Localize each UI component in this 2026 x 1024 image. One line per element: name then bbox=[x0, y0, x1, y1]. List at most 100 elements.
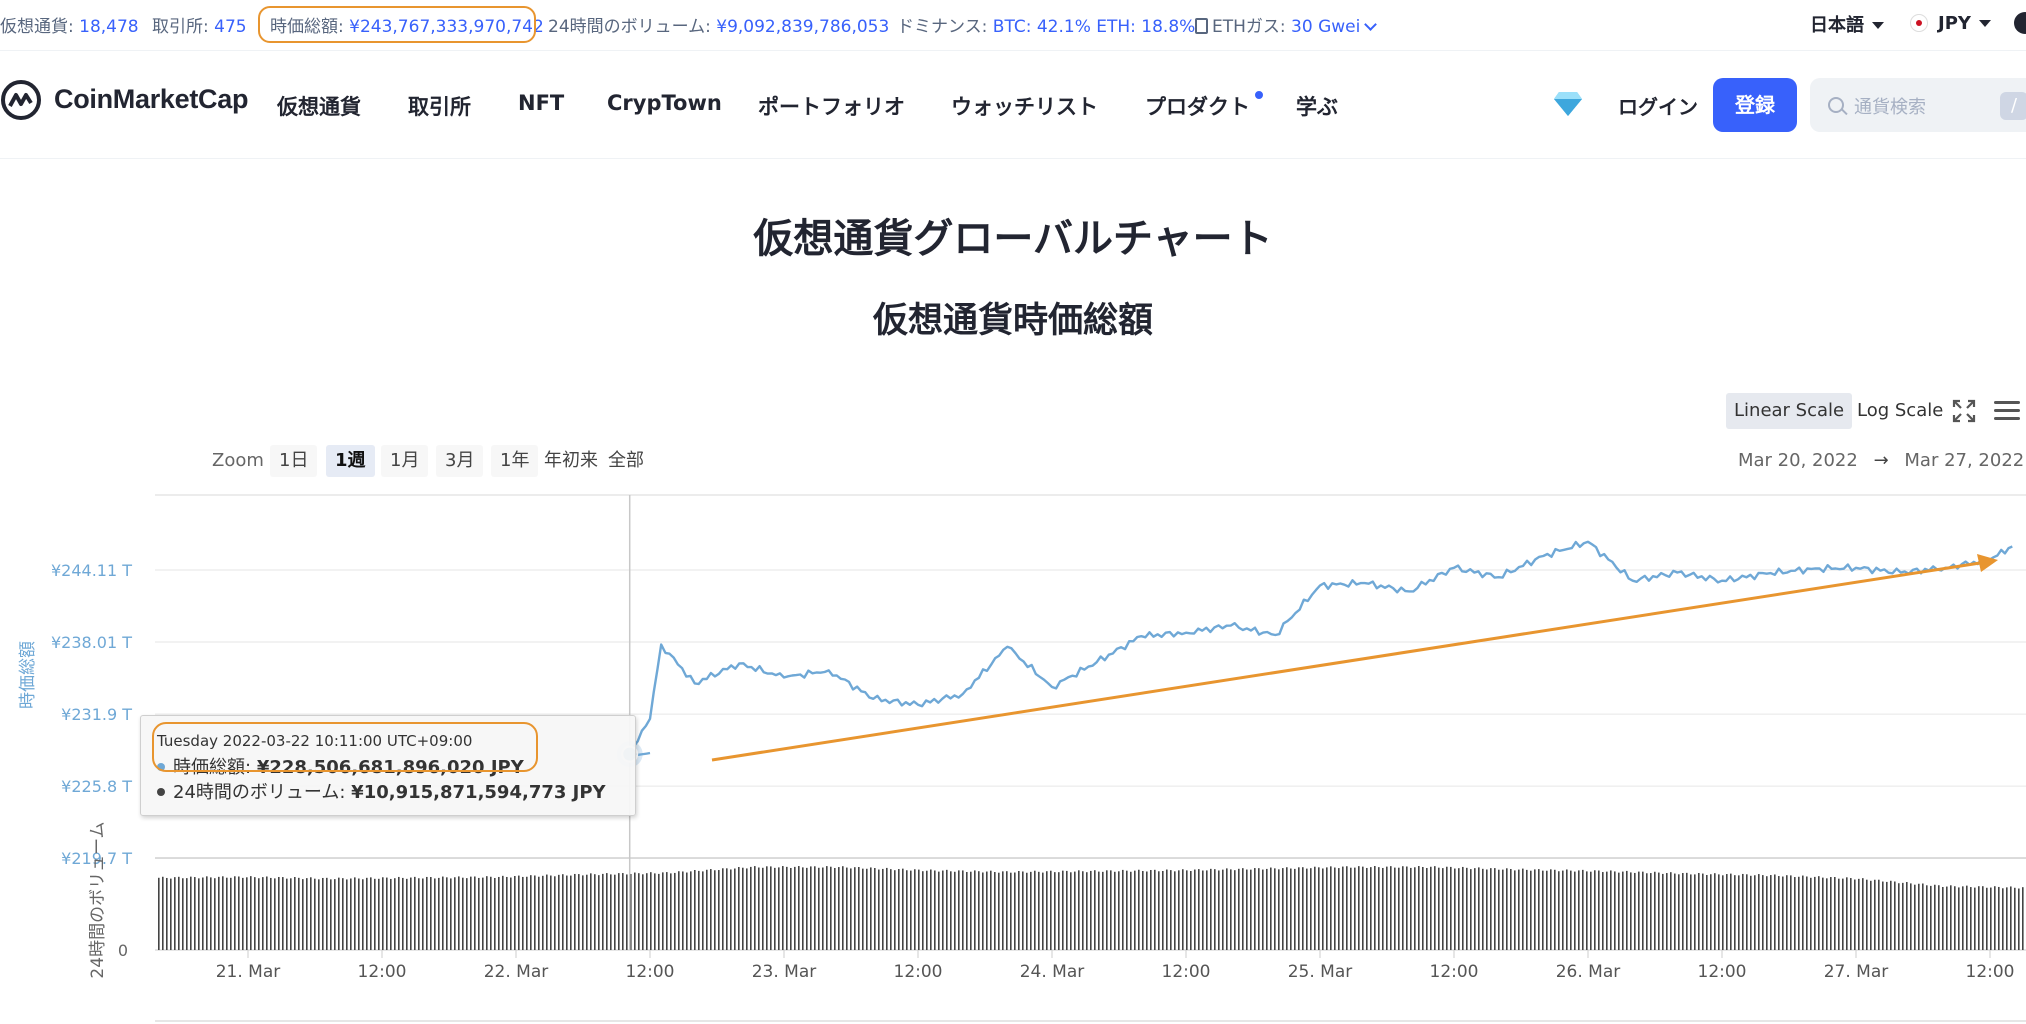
volume-bar bbox=[1702, 873, 1704, 950]
coinmarketcap-logo-icon[interactable] bbox=[0, 79, 42, 121]
brand-name[interactable]: CoinMarketCap bbox=[54, 84, 248, 115]
nav-item-portfolio[interactable]: ポートフォリオ bbox=[758, 91, 905, 121]
nav-item-nft[interactable]: NFT bbox=[518, 91, 564, 115]
volume-bar bbox=[678, 871, 680, 950]
volume-bar bbox=[1998, 886, 2000, 950]
volume-bar bbox=[1390, 866, 1392, 950]
currency-selector[interactable]: JPY bbox=[1910, 11, 1991, 34]
stat-eth-gas[interactable]: ETHガス: 30 Gwei bbox=[1195, 12, 1378, 37]
theme-toggle-icon[interactable] bbox=[2014, 12, 2026, 34]
nav-item-learn[interactable]: 学ぶ bbox=[1296, 91, 1338, 121]
zoom-1d-button[interactable]: 1日 bbox=[270, 445, 318, 477]
linear-scale-button[interactable]: Linear Scale bbox=[1726, 393, 1853, 429]
volume-bar bbox=[670, 873, 672, 950]
volume-bar bbox=[1234, 870, 1236, 950]
volume-bar bbox=[1482, 868, 1484, 950]
volume-bar bbox=[970, 871, 972, 950]
volume-bar bbox=[966, 871, 968, 950]
zoom-ytd-button[interactable]: 年初来 bbox=[535, 445, 607, 477]
volume-bar bbox=[1542, 870, 1544, 950]
zoom-1y-button[interactable]: 1年 bbox=[491, 445, 539, 477]
volume-bar bbox=[750, 866, 752, 950]
volume-bar bbox=[1222, 869, 1224, 950]
x-tick-label: 12:00 bbox=[626, 962, 675, 982]
volume-bar bbox=[270, 877, 272, 950]
volume-bar bbox=[738, 866, 740, 950]
volume-bar bbox=[442, 876, 444, 950]
nav-item-cryptown[interactable]: CrypTown bbox=[607, 91, 722, 115]
search-input[interactable]: 通貨検索 bbox=[1854, 93, 1926, 119]
volume-bar bbox=[1402, 866, 1404, 950]
volume-bar bbox=[1258, 868, 1260, 950]
diamond-icon[interactable] bbox=[1553, 91, 1583, 117]
stat-exchanges[interactable]: 取引所: 475 bbox=[152, 12, 247, 37]
volume-bar bbox=[1638, 871, 1640, 950]
volume-bar bbox=[858, 866, 860, 950]
x-tick-label: 26. Mar bbox=[1556, 962, 1621, 982]
stat-24h-volume[interactable]: 24時間のボリューム: ¥9,092,839,786,053 bbox=[548, 12, 889, 37]
volume-bar bbox=[1426, 867, 1428, 950]
volume-bar bbox=[786, 866, 788, 950]
volume-bar bbox=[450, 878, 452, 950]
volume-bar bbox=[802, 867, 804, 950]
nav-item-products[interactable]: プロダクト bbox=[1145, 91, 1250, 121]
log-scale-button[interactable]: Log Scale bbox=[1849, 393, 1951, 429]
volume-bar bbox=[198, 878, 200, 950]
volume-bar bbox=[1238, 868, 1240, 950]
trend-arrow-line bbox=[711, 561, 1981, 762]
x-tick-label: 22. Mar bbox=[484, 962, 549, 982]
search-box[interactable]: 通貨検索 / bbox=[1810, 78, 2026, 132]
volume-bar bbox=[338, 877, 340, 950]
chart-menu-icon[interactable] bbox=[1994, 401, 2020, 421]
range-to[interactable]: Mar 27, 2022 bbox=[1904, 450, 2024, 471]
nav-item-watchlist[interactable]: ウォッチリスト bbox=[951, 91, 1098, 121]
range-from[interactable]: Mar 20, 2022 bbox=[1738, 450, 1858, 471]
volume-bar bbox=[1450, 866, 1452, 950]
volume-bar bbox=[1078, 870, 1080, 950]
login-link[interactable]: ログイン bbox=[1618, 91, 1698, 120]
volume-bar bbox=[298, 877, 300, 950]
volume-bar bbox=[910, 870, 912, 950]
zoom-1w-button[interactable]: 1週 bbox=[326, 445, 375, 477]
volume-bar bbox=[1138, 869, 1140, 950]
x-tick-label: 24. Mar bbox=[1020, 962, 1085, 982]
volume-bar bbox=[1558, 871, 1560, 950]
volume-bar bbox=[1938, 885, 1940, 950]
volume-bar bbox=[938, 871, 940, 950]
volume-bar bbox=[346, 879, 348, 950]
volume-bar bbox=[1346, 866, 1348, 950]
volume-bar bbox=[230, 877, 232, 950]
volume-bar bbox=[1574, 871, 1576, 950]
volume-bar bbox=[1306, 868, 1308, 950]
volume-bar bbox=[174, 877, 176, 950]
signup-button[interactable]: 登録 bbox=[1713, 78, 1797, 132]
zoom-all-button[interactable]: 全部 bbox=[599, 445, 653, 477]
volume-bar bbox=[1322, 868, 1324, 950]
zoom-1m-button[interactable]: 1月 bbox=[381, 445, 429, 477]
volume-bar bbox=[1122, 869, 1124, 950]
volume-bar bbox=[1410, 867, 1412, 950]
volume-bar bbox=[994, 872, 996, 950]
language-selector[interactable]: 日本語 bbox=[1810, 11, 1884, 37]
volume-bar bbox=[1330, 866, 1332, 950]
nav-item-cryptocurrencies[interactable]: 仮想通貨 bbox=[277, 91, 361, 121]
stat-cryptocurrencies[interactable]: 仮想通貨: 18,478 bbox=[0, 12, 139, 37]
stat-dominance[interactable]: ドミナンス: BTC: 42.1% ETH: 18.8% bbox=[897, 12, 1195, 37]
volume-bar bbox=[1478, 867, 1480, 950]
volume-bar bbox=[734, 868, 736, 950]
volume-bar bbox=[1050, 870, 1052, 950]
volume-bar bbox=[862, 868, 864, 950]
volume-bar bbox=[494, 877, 496, 950]
volume-bar bbox=[1886, 881, 1888, 950]
date-range[interactable]: Mar 20, 2022 → Mar 27, 2022 bbox=[1738, 450, 2024, 471]
fullscreen-icon[interactable] bbox=[1952, 399, 1976, 423]
volume-bar bbox=[1966, 885, 1968, 950]
volume-bar bbox=[1162, 870, 1164, 950]
nav-item-exchanges[interactable]: 取引所 bbox=[408, 91, 471, 121]
volume-bar bbox=[822, 867, 824, 950]
volume-bar bbox=[542, 875, 544, 950]
volume-bar bbox=[1506, 868, 1508, 950]
volume-bar bbox=[1302, 867, 1304, 950]
zoom-3m-button[interactable]: 3月 bbox=[436, 445, 484, 477]
volume-bar bbox=[946, 869, 948, 950]
